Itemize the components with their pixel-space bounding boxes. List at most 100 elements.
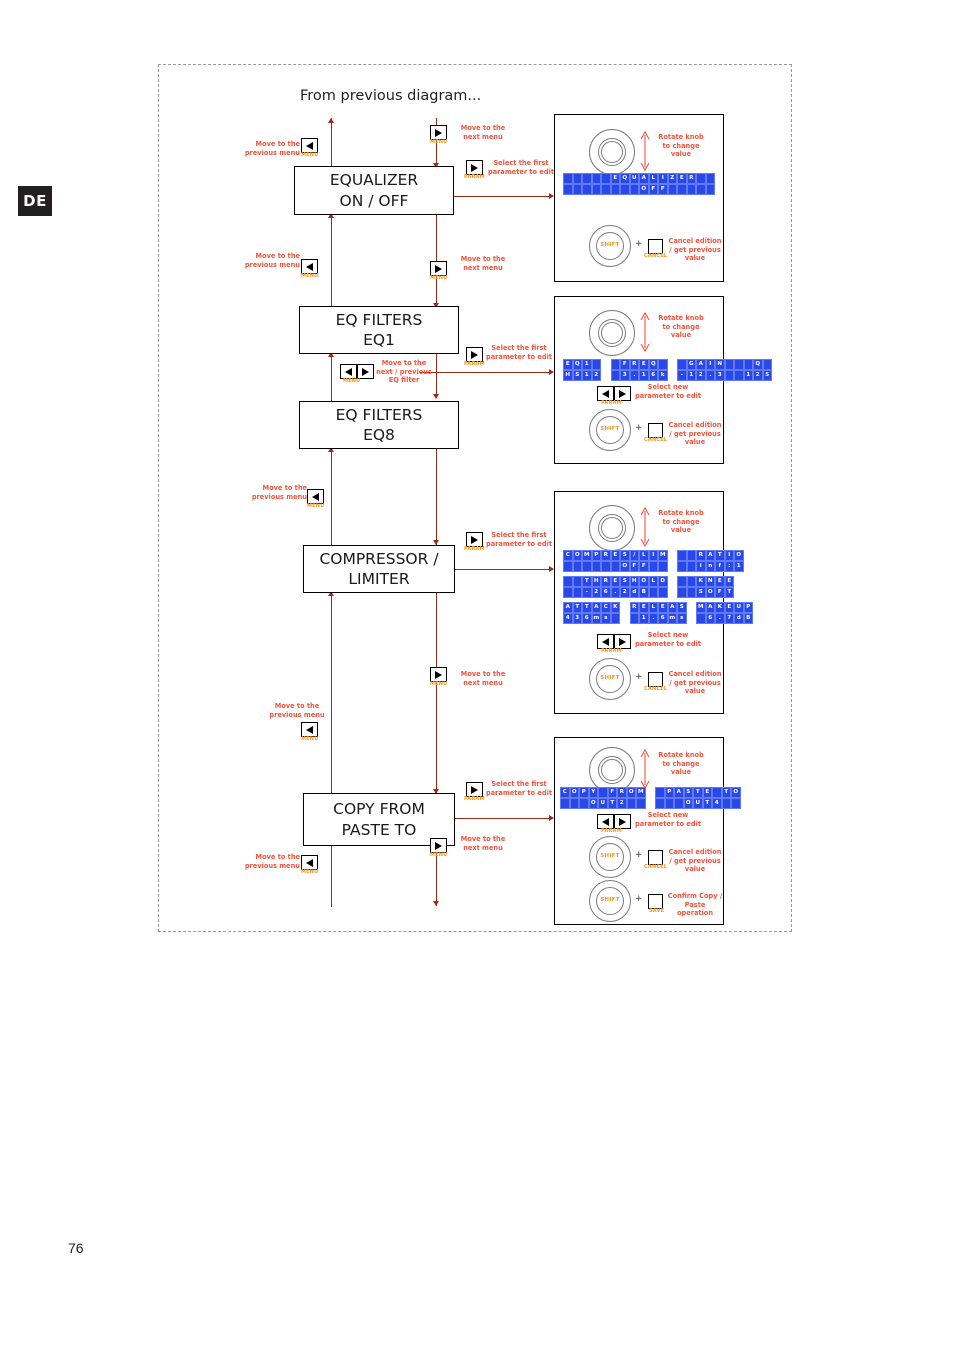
lcd-cell: M	[636, 787, 646, 798]
note-select-new-param: Select new parameter to edit	[635, 811, 701, 828]
lcd-cell: S	[683, 787, 693, 798]
menu-next-button[interactable]	[430, 125, 447, 140]
lcd-display-eqfilters: EQ1FREQGAINQHS123.16k-12.3125	[563, 359, 772, 381]
cancel-button[interactable]	[648, 239, 663, 254]
triangle-right-icon	[471, 350, 478, 359]
param-next-button[interactable]	[614, 386, 631, 401]
lcd-cell: 3	[620, 370, 630, 381]
lcd-cell	[598, 787, 608, 798]
lcd-cell	[664, 798, 674, 809]
lcd-cell: L	[648, 602, 658, 613]
triangle-right-icon	[435, 670, 442, 679]
lcd-cell	[677, 184, 687, 195]
lcd-cell	[563, 173, 573, 184]
triangle-right-icon	[471, 535, 478, 544]
shift-knob[interactable]: SHIFT	[589, 409, 631, 451]
lcd-cell: E	[724, 576, 734, 587]
menu-prev-button[interactable]	[307, 489, 324, 504]
lcd-cell: A	[639, 173, 649, 184]
shift-knob[interactable]: SHIFT	[589, 836, 631, 878]
menu-next-button[interactable]	[430, 838, 447, 853]
lcd-cell: E	[715, 576, 725, 587]
value-knob[interactable]	[589, 129, 635, 175]
shift-knob[interactable]: SHIFT	[589, 880, 631, 922]
lcd-row: THRESHOLDKNEE	[563, 576, 734, 587]
lcd-cell: N	[705, 576, 715, 587]
note-prev-menu: Move to the previous menu	[251, 484, 307, 501]
knob-center	[601, 759, 623, 781]
flow-arrow-down	[433, 394, 439, 399]
lcd-cell	[620, 602, 630, 613]
lcd-cell: T	[702, 798, 712, 809]
value-knob[interactable]	[589, 310, 635, 356]
lcd-row: EQ1FREQGAINQ	[563, 359, 772, 370]
cancel-button[interactable]	[648, 850, 663, 865]
note-next-prev-eq: Move to the next / previous EQ filter	[376, 359, 432, 385]
lcd-display-equalizer: EQUALIZEROFF	[563, 173, 715, 195]
menu-prev-button[interactable]	[301, 855, 318, 870]
panel-link-line	[452, 196, 552, 198]
menu-button-caption: MENU	[430, 681, 448, 687]
flow-node-line2: ON / OFF	[339, 191, 409, 210]
triangle-left-icon	[306, 141, 313, 150]
param-next-button[interactable]	[614, 814, 631, 829]
lcd-cell: A	[705, 602, 715, 613]
menu-next-button[interactable]	[430, 667, 447, 682]
lcd-cell	[636, 798, 646, 809]
triangle-left-icon	[345, 367, 352, 376]
panel-link-line	[452, 569, 552, 571]
lcd-cell	[686, 184, 696, 195]
shift-knob[interactable]: SHIFT	[589, 225, 631, 267]
lcd-cell	[705, 173, 715, 184]
menu-next-button[interactable]	[357, 364, 374, 379]
flow-node-eq8[interactable]: EQ FILTERS EQ8	[299, 401, 459, 449]
menu-prev-button[interactable]	[340, 364, 357, 379]
diagram-title: From previous diagram...	[300, 88, 482, 104]
param-next-button[interactable]	[614, 634, 631, 649]
menu-prev-button[interactable]	[301, 138, 318, 153]
lcd-cell	[658, 359, 668, 370]
lcd-cell: O	[572, 550, 582, 561]
note-confirm-copy: Confirm Copy / Paste operation	[667, 892, 723, 918]
menu-next-button[interactable]	[430, 261, 447, 276]
lcd-cell: 1	[582, 359, 592, 370]
flow-node-equalizer[interactable]: EQUALIZER ON / OFF	[294, 166, 454, 215]
lcd-cell: .	[629, 370, 639, 381]
param-button-caption: PARAM	[601, 828, 622, 834]
lcd-display-compressor-1: C O M P R E S / L I M R A T I O O F Fi n f:1	[563, 550, 744, 572]
shift-label: SHIFT	[600, 853, 620, 859]
param-button-caption: PARAM	[464, 174, 485, 180]
lcd-cell	[686, 587, 696, 598]
menu-prev-button[interactable]	[301, 722, 318, 737]
flow-node-eq1[interactable]: EQ FILTERS EQ1	[299, 306, 459, 354]
flow-node-line1: COMPRESSOR /	[319, 549, 439, 568]
cancel-button[interactable]	[648, 672, 663, 687]
flow-node-compressor[interactable]: COMPRESSOR / LIMITER	[303, 545, 455, 593]
save-button[interactable]	[648, 894, 663, 909]
triangle-left-icon	[602, 817, 609, 826]
lcd-cell	[601, 561, 611, 572]
param-prev-button[interactable]	[597, 814, 614, 829]
lcd-cell	[645, 787, 655, 798]
value-knob[interactable]	[589, 505, 635, 551]
knob-center	[601, 141, 623, 163]
param-button[interactable]	[466, 160, 483, 175]
lcd-cell	[572, 587, 582, 598]
param-prev-button[interactable]	[597, 386, 614, 401]
note-rotate-knob: Rotate knob to change value	[658, 509, 704, 535]
param-prev-button[interactable]	[597, 634, 614, 649]
lcd-cell: A	[674, 787, 684, 798]
param-button[interactable]	[466, 782, 483, 797]
cancel-button[interactable]	[648, 423, 663, 438]
lcd-cell: A	[705, 550, 715, 561]
lcd-cell: A	[591, 602, 601, 613]
param-button[interactable]	[466, 532, 483, 547]
shift-knob[interactable]: SHIFT	[589, 658, 631, 700]
lcd-cell: s	[601, 613, 611, 624]
panel-link-line	[420, 372, 552, 374]
param-button[interactable]	[466, 347, 483, 362]
cancel-button-caption: CANCEL	[644, 437, 668, 443]
lcd-cell: H	[629, 576, 639, 587]
note-select-first-param: Select the first parameter to edit	[486, 531, 552, 548]
menu-prev-button[interactable]	[301, 259, 318, 274]
